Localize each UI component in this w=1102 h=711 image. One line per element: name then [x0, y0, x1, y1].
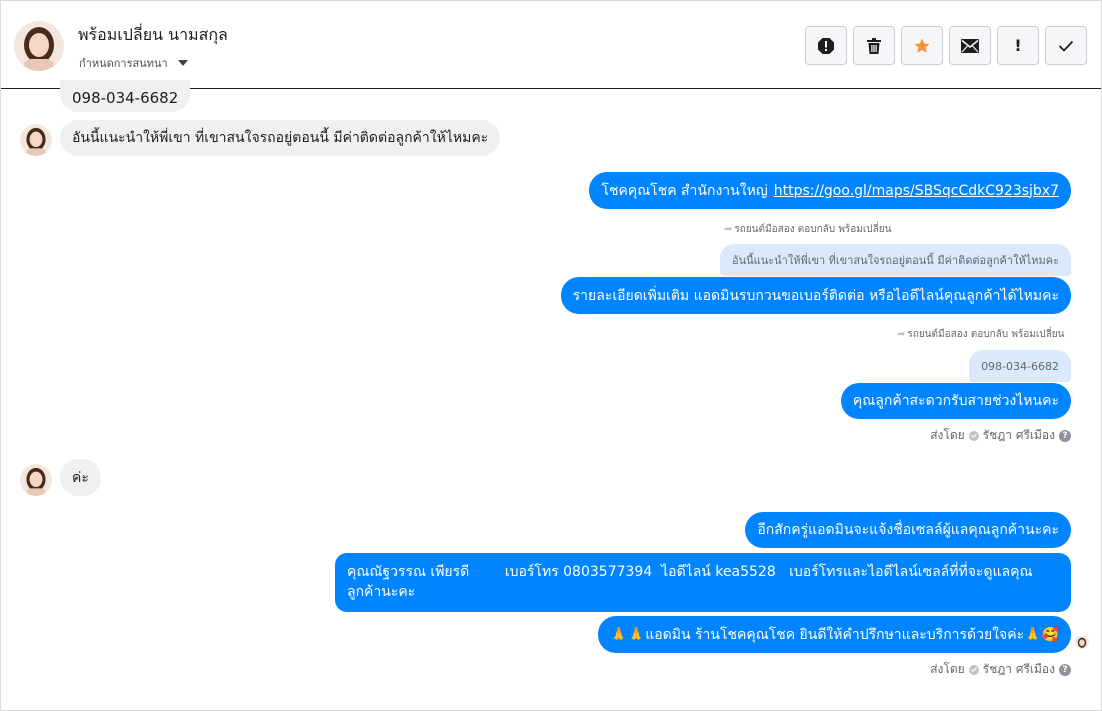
message-text: ค่ะ: [72, 469, 89, 486]
quoted-message[interactable]: 098-034-6682: [969, 350, 1071, 382]
sender-name: รัชฎา ศรีเมือง: [982, 662, 1055, 676]
star-icon: [914, 38, 930, 53]
mail-icon: [961, 38, 979, 53]
help-icon[interactable]: ?: [1059, 663, 1071, 676]
check-circle-icon: [968, 664, 979, 675]
star-button[interactable]: [901, 26, 943, 65]
chevron-down-icon: [177, 60, 188, 66]
message-text: คุณลูกค้าสะดวกรับสายช่วงไหนคะ: [852, 393, 1059, 409]
contact-name: พร้อมเปลี่ยน นามสกุล: [78, 25, 228, 44]
message-outgoing[interactable]: รายละเอียดเพิ่มเติม แอดมินรบกวนขอเบอร์ติ…: [560, 277, 1071, 314]
message-outgoing[interactable]: โชคคุณโชค สำนักงานใหญ่ https://goo.gl/ma…: [589, 172, 1071, 209]
reply-tag-text: รถยนต์มือสอง ตอบกลับ พร้อมเปลี่ยน: [907, 329, 1065, 340]
message-text: 098-034-6682: [72, 89, 179, 107]
contact-avatar[interactable]: [14, 21, 64, 71]
sender-name: รัชฎา ศรีเมือง: [982, 428, 1055, 442]
message-incoming[interactable]: ค่ะ: [60, 459, 101, 496]
message-outgoing[interactable]: คุณณัฐวรรณ เพียรดี เบอร์โทร 0803577394 ไ…: [335, 553, 1071, 612]
message-outgoing[interactable]: คุณลูกค้าสะดวกรับสายช่วงไหนคะ: [840, 383, 1071, 419]
quoted-text: อันนี้แนะนำให้พี่เขา ที่เขาสนใจรถอยู่ตอน…: [731, 254, 1059, 267]
reply-arrow-icon: ➦: [724, 224, 733, 235]
reply-tag: ➦ รถยนต์มือสอง ตอบกลับ พร้อมเปลี่ยน: [897, 327, 1064, 342]
mark-unread-button[interactable]: [949, 26, 991, 65]
sent-by-prefix: ส่งโดย: [930, 428, 965, 442]
help-icon[interactable]: ?: [1059, 429, 1071, 442]
assign-conversation-dropdown[interactable]: กำหนดการสนทนา: [79, 54, 188, 72]
message-outgoing[interactable]: อีกสักครู่แอดมินจะแจ้งชื่อเซลล์ผู้แลคุณล…: [745, 512, 1071, 548]
mark-done-button[interactable]: [1045, 26, 1087, 65]
sent-by-label: ส่งโดย รัชฎา ศรีเมือง ?: [930, 660, 1071, 679]
mark-spam-button[interactable]: [805, 26, 847, 65]
message-incoming[interactable]: อันนี้แนะนำให้พี่เขา ที่เขาสนใจรถอยู่ตอน…: [60, 120, 501, 156]
sender-avatar: [20, 124, 52, 156]
reply-tag-text: รถยนต์มือสอง ตอบกลับ พร้อมเปลี่ยน: [734, 224, 892, 235]
message-text: อันนี้แนะนำให้พี่เขา ที่เขาสนใจรถอยู่ตอน…: [72, 130, 489, 146]
message-incoming[interactable]: 098-034-6682: [60, 80, 191, 112]
sent-by-prefix: ส่งโดย: [930, 662, 965, 676]
important-icon: !: [1014, 36, 1022, 55]
delete-button[interactable]: [853, 26, 895, 65]
message-text: 🙏🙏แอดมิน ร้านโชคคุณโชค ยินดีให้คำปรึกษาแ…: [610, 626, 1059, 643]
sent-by-label: ส่งโดย รัชฎา ศรีเมือง ?: [930, 426, 1071, 445]
assign-label: กำหนดการสนทนา: [79, 57, 168, 70]
message-text: รายละเอียดเพิ่มเติม แอดมินรบกวนขอเบอร์ติ…: [572, 287, 1059, 304]
conversation-header: พร้อมเปลี่ยน นามสกุล กำหนดการสนทนา !: [1, 1, 1101, 89]
spam-icon: [818, 37, 834, 54]
message-text: อีกสักครู่แอดมินจะแจ้งชื่อเซลล์ผู้แลคุณล…: [757, 522, 1059, 538]
quoted-message[interactable]: อันนี้แนะนำให้พี่เขา ที่เขาสนใจรถอยู่ตอน…: [719, 244, 1071, 276]
reply-tag: ➦ รถยนต์มือสอง ตอบกลับ พร้อมเปลี่ยน: [724, 222, 891, 237]
message-outgoing[interactable]: 🙏🙏แอดมิน ร้านโชคคุณโชค ยินดีให้คำปรึกษาแ…: [598, 616, 1071, 653]
check-circle-icon: [968, 430, 979, 441]
trash-icon: [867, 37, 881, 54]
message-text: โชคคุณโชค สำนักงานใหญ่: [601, 182, 768, 199]
message-link[interactable]: https://goo.gl/maps/SBSqcCdkC923sjbx7: [774, 183, 1059, 199]
message-text: คุณณัฐวรรณ เพียรดี เบอร์โทร 0803577394 ไ…: [347, 564, 1033, 600]
seen-avatar: [1075, 635, 1089, 649]
check-icon: [1058, 40, 1074, 52]
important-button[interactable]: !: [997, 26, 1039, 65]
reply-arrow-icon: ➦: [897, 329, 906, 340]
sender-avatar: [20, 464, 52, 496]
quoted-text: 098-034-6682: [981, 359, 1059, 373]
